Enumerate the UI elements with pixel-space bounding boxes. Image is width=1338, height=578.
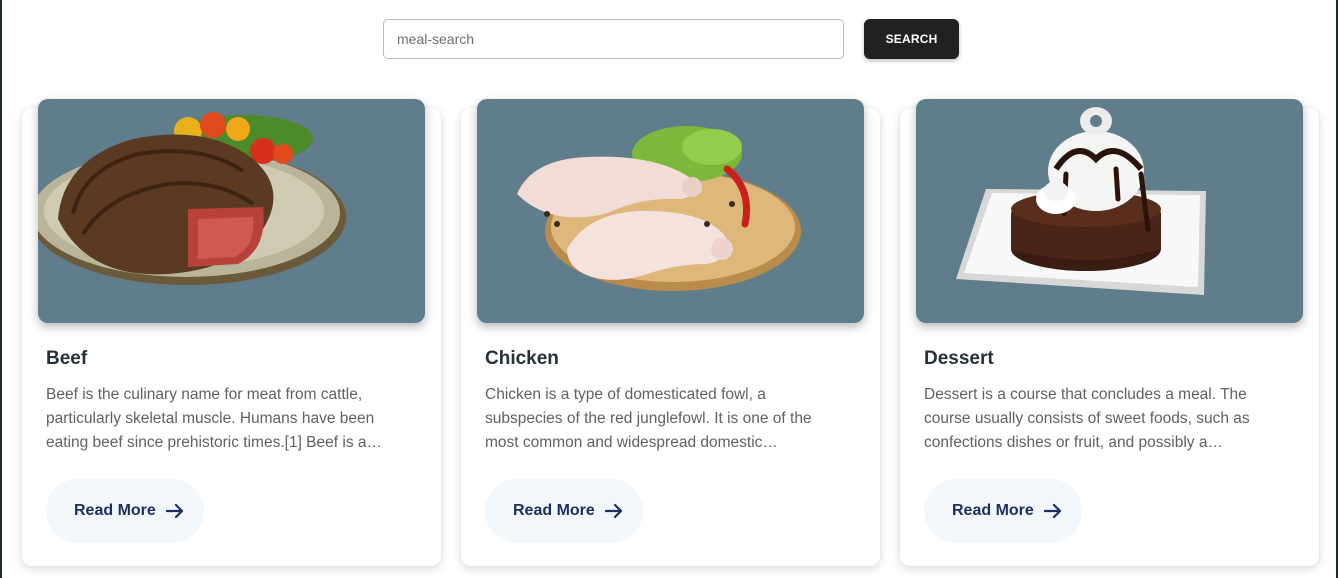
arrow-right-icon — [604, 503, 623, 519]
search-input[interactable] — [383, 19, 844, 59]
meal-card-chicken: Chicken Chicken is a type of domesticate… — [461, 99, 880, 566]
read-more-button[interactable]: Read More — [46, 479, 204, 543]
read-more-label: Read More — [952, 502, 1034, 519]
read-more-button[interactable]: Read More — [485, 479, 643, 543]
arrow-right-icon — [165, 503, 184, 519]
meal-card-dessert: Dessert Dessert is a course that conclud… — [900, 99, 1319, 566]
arrow-right-icon — [1043, 503, 1062, 519]
window-left-border — [0, 0, 2, 578]
meal-card-beef: Beef Beef is the culinary name for meat … — [22, 99, 441, 566]
read-more-label: Read More — [513, 502, 595, 519]
chicken-legs-image — [477, 99, 864, 323]
card-description: Beef is the culinary name for meat from … — [46, 386, 382, 451]
search-button[interactable]: SEARCH — [864, 19, 959, 59]
read-more-button[interactable]: Read More — [924, 479, 1082, 543]
chocolate-cake-image — [916, 99, 1303, 323]
card-title: Dessert — [924, 348, 994, 369]
read-more-label: Read More — [74, 502, 156, 519]
card-title: Beef — [46, 348, 88, 369]
beef-steak-image — [38, 99, 425, 323]
card-title: Chicken — [485, 348, 559, 369]
card-description: Dessert is a course that concludes a mea… — [924, 386, 1250, 451]
card-description: Chicken is a type of domesticated fowl, … — [485, 386, 812, 451]
